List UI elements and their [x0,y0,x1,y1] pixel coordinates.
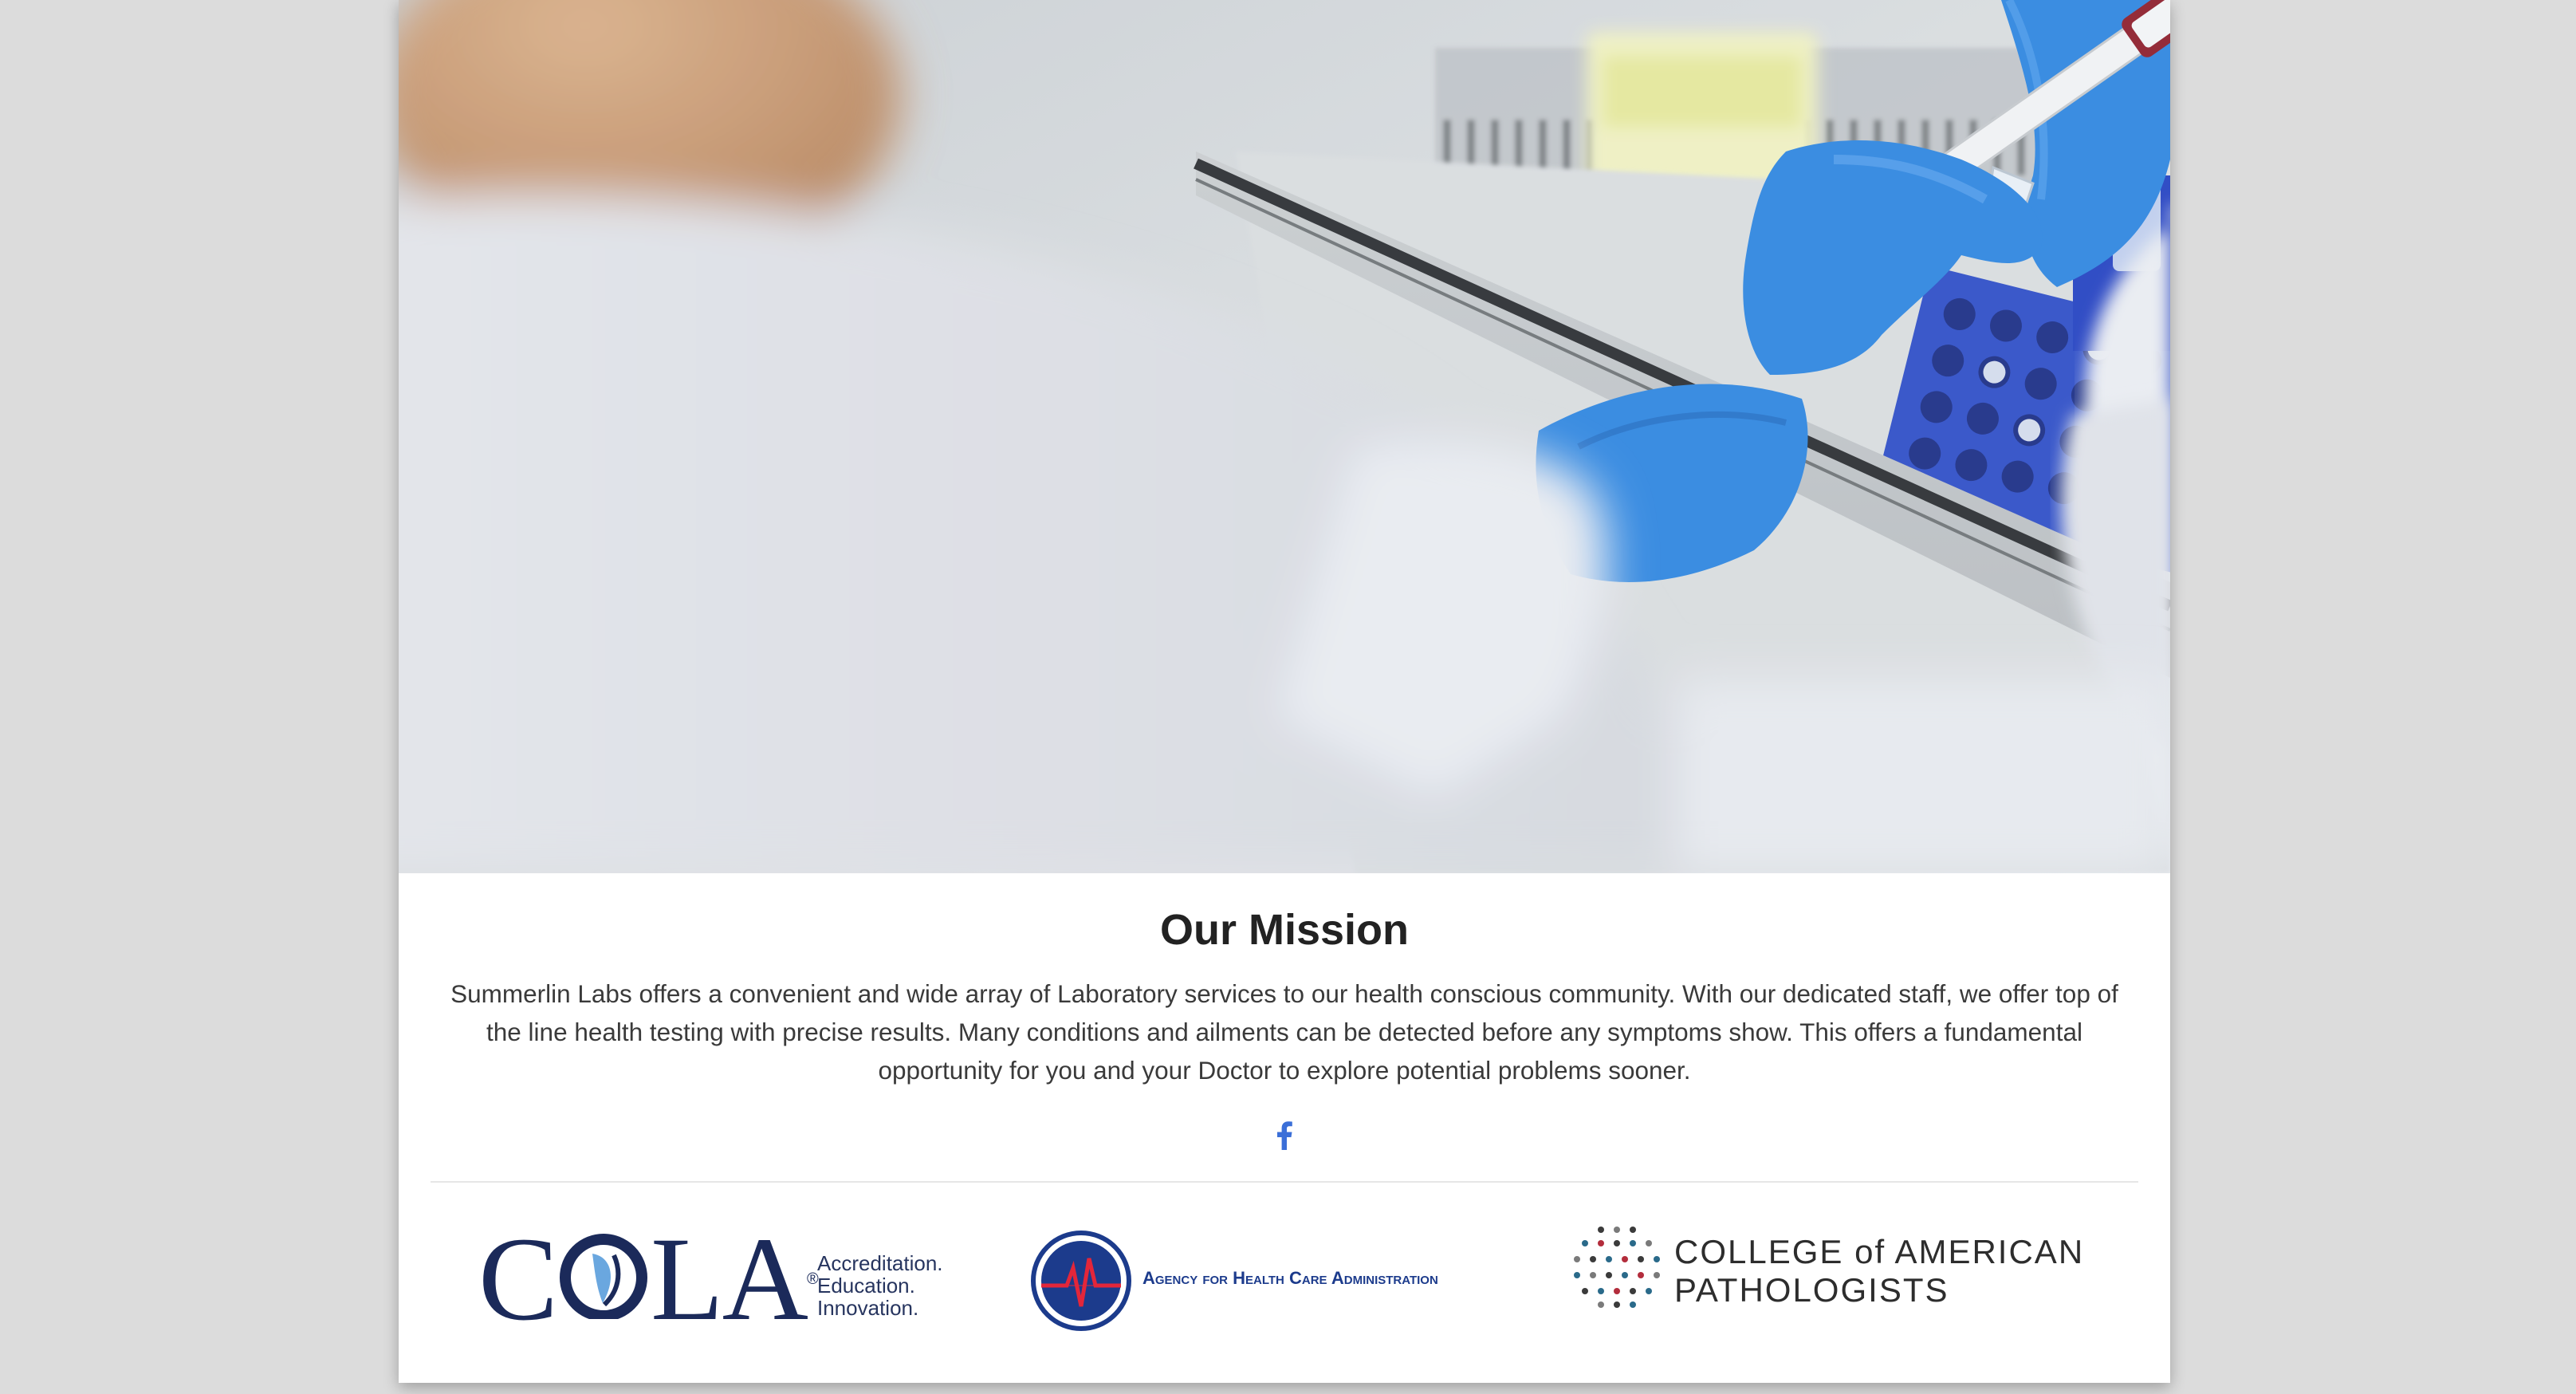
cola-tagline-line3: Innovation. [817,1296,919,1320]
facebook-link[interactable] [1264,1116,1305,1158]
ahca-emblem-icon [1031,1231,1131,1331]
cola-letter-c: C [478,1213,558,1345]
cola-tagline: Accreditation. Education. Innovation. [817,1252,943,1319]
ahca-logo: Agency for Health Care Administration [1028,1204,1523,1348]
hero-image [399,0,2170,873]
section-divider [431,1181,2138,1183]
ahca-name: Agency for Health Care Administration [1142,1268,1438,1288]
cap-name-line1: COLLEGE of AMERICAN [1674,1233,2085,1270]
cola-letters-la: LA [651,1213,808,1345]
cola-logo: C LA® Accreditation. Education. Innovati… [478,1204,973,1348]
cola-tagline-line2: Education. [817,1274,915,1298]
cap-logo: COLLEGE of AMERICAN PATHOLOGISTS [1567,1204,2082,1348]
cap-name: COLLEGE of AMERICAN PATHOLOGISTS [1674,1233,2084,1309]
cola-registered-mark: ® [807,1270,819,1288]
cap-dots-icon [1574,1227,1660,1308]
cola-wordmark: C LA® [478,1219,819,1339]
facebook-icon [1276,1120,1293,1154]
mission-title: Our Mission [1159,906,1410,954]
cap-name-line2: PATHOLOGISTS [1674,1271,1949,1309]
cola-o-emblem [556,1223,651,1321]
cola-tagline-line1: Accreditation. [817,1251,943,1275]
page-card: Our Mission Summerlin Labs offers a conv… [399,0,2170,1383]
mission-text: Summerlin Labs offers a convenient and w… [450,979,2118,1085]
